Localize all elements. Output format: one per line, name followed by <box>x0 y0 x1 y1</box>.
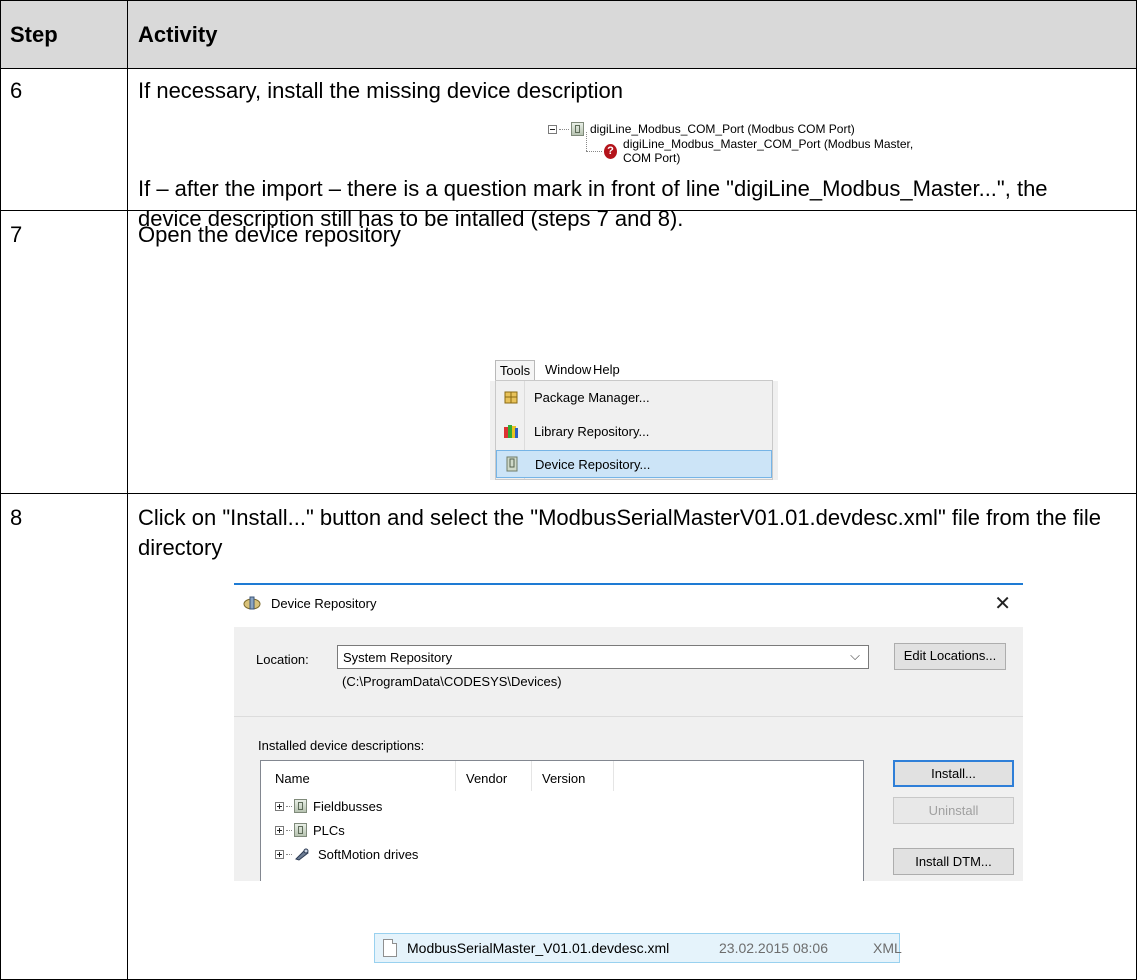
step-title: Click on "Install..." button and select … <box>138 505 1102 560</box>
edit-locations-button[interactable]: Edit Locations... <box>894 643 1006 670</box>
step-number: 8 <box>10 505 23 530</box>
question-mark-icon: ? <box>604 143 618 159</box>
menu-window[interactable]: Window <box>545 362 591 377</box>
close-icon[interactable]: ✕ <box>994 591 1011 616</box>
collapse-icon <box>548 124 557 134</box>
tree-child-label: digiLine_Modbus_Master_COM_Port (Modbus … <box>623 137 914 165</box>
file-icon <box>383 939 397 957</box>
file-list-row[interactable]: ModbusSerialMaster_V01.01.devdesc.xml 23… <box>374 933 902 963</box>
tree-parent-label: digiLine_Modbus_COM_Port (Modbus COM Por… <box>590 122 855 136</box>
install-button[interactable]: Install... <box>893 760 1014 787</box>
location-select[interactable]: System Repository ⌵ <box>337 645 869 669</box>
menu-item-label: Device Repository... <box>535 456 651 472</box>
list-item-label: SoftMotion drives <box>318 846 419 862</box>
location-path: (C:\ProgramData\CODESYS\Devices) <box>342 674 562 689</box>
file-type: XML <box>873 940 902 956</box>
menu-bar: Tools Window Help <box>490 359 778 381</box>
menu-item-device-repository[interactable]: Device Repository... <box>496 450 772 478</box>
column-vendor[interactable]: Vendor <box>466 771 507 786</box>
list-item-label: PLCs <box>313 822 345 838</box>
uninstall-button[interactable]: Uninstall <box>893 797 1014 824</box>
device-repository-icon <box>506 456 518 472</box>
row-divider <box>0 493 1137 494</box>
menu-help[interactable]: Help <box>593 362 620 377</box>
list-item[interactable]: PLCs <box>275 821 345 839</box>
menu-tools[interactable]: Tools <box>495 360 535 381</box>
install-dtm-button[interactable]: Install DTM... <box>893 848 1014 875</box>
step-title: If necessary, install the missing device… <box>138 78 624 103</box>
expand-icon[interactable] <box>275 849 284 859</box>
dialog-titlebar: Device Repository ✕ <box>234 583 1023 627</box>
table-border-left <box>0 0 1 980</box>
list-item[interactable]: Fieldbusses <box>275 797 382 815</box>
drive-icon <box>295 848 309 861</box>
menu-item-package-manager[interactable]: Package Manager... <box>496 383 772 411</box>
file-date: 23.02.2015 08:06 <box>719 940 828 956</box>
package-icon <box>504 391 518 404</box>
list-item-label: Fieldbusses <box>313 798 383 814</box>
device-repository-icon <box>243 596 261 610</box>
device-icon <box>571 122 584 136</box>
step-number: 7 <box>10 222 23 247</box>
location-value: System Repository <box>343 650 453 665</box>
device-icon <box>294 799 307 813</box>
header-step: Step <box>10 22 58 47</box>
menu-item-label: Library Repository... <box>534 423 650 439</box>
chevron-down-icon: ⌵ <box>850 648 860 663</box>
table-border-top <box>0 0 1137 1</box>
device-tree-snippet: digiLine_Modbus_COM_Port (Modbus COM Por… <box>548 120 928 165</box>
expand-icon[interactable] <box>275 801 284 811</box>
installed-label: Installed device descriptions: <box>258 738 425 753</box>
tree-row-child: ? digiLine_Modbus_Master_COM_Port (Modbu… <box>604 137 928 165</box>
device-repository-dialog: Device Repository ✕ Location: System Rep… <box>234 583 1023 881</box>
list-item[interactable]: SoftMotion drives <box>275 845 418 863</box>
header-activity: Activity <box>138 22 218 47</box>
device-icon <box>294 823 307 837</box>
file-name: ModbusSerialMaster_V01.01.devdesc.xml <box>407 940 670 956</box>
device-list[interactable]: Name Vendor Version Fieldbusses PLCs Sof… <box>260 760 864 881</box>
library-icon <box>504 425 518 438</box>
column-name[interactable]: Name <box>275 771 310 786</box>
dialog-title: Device Repository <box>271 596 377 611</box>
header-divider <box>0 68 1137 69</box>
tree-row-parent: digiLine_Modbus_COM_Port (Modbus COM Por… <box>548 120 855 138</box>
menu-item-label: Package Manager... <box>534 389 650 405</box>
location-label: Location: <box>256 652 309 667</box>
column-divider <box>127 0 128 980</box>
column-version[interactable]: Version <box>542 771 585 786</box>
step-number: 6 <box>10 78 23 103</box>
tools-dropdown: Package Manager... Library Repository...… <box>495 380 773 480</box>
tools-menu-snippet: Tools Window Help Package Manager... Lib… <box>490 359 778 480</box>
menu-item-library-repository[interactable]: Library Repository... <box>496 417 772 445</box>
step-title: Open the device repository <box>138 222 401 247</box>
expand-icon[interactable] <box>275 825 284 835</box>
